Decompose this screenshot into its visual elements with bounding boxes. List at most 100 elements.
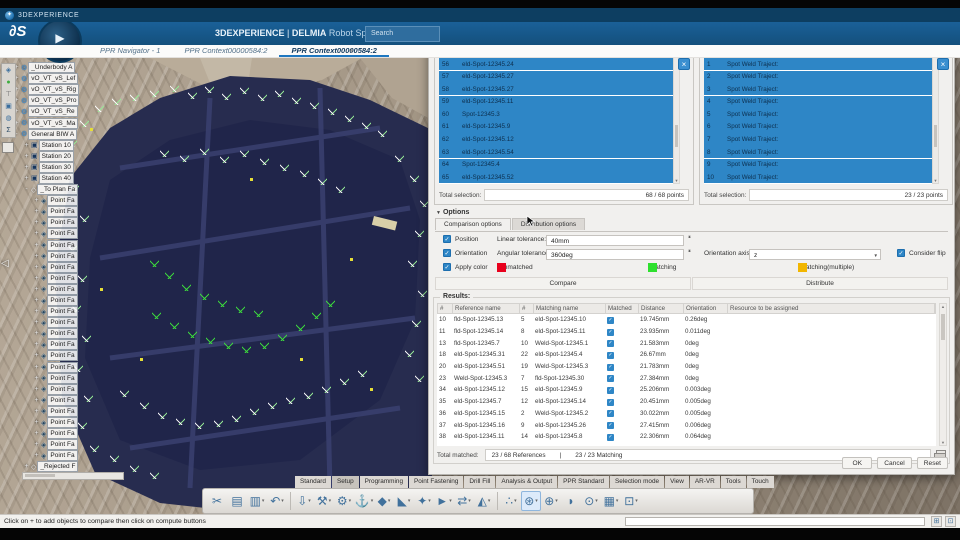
scroll-down-icon[interactable]: ▼: [933, 178, 938, 183]
tree-item-label[interactable]: Station 40: [39, 173, 74, 184]
tree-item-label[interactable]: Station 10: [39, 140, 74, 151]
expander-icon[interactable]: +: [33, 397, 40, 404]
copy-tool[interactable]: ▤: [227, 491, 247, 511]
result-row[interactable]: 20 eld-Spot-12345.51 19 Weld-Spot-12345.…: [437, 361, 936, 373]
tree-item[interactable]: + ▣ Station 40: [13, 173, 79, 184]
tree-horizontal-scrollbar[interactable]: [22, 472, 124, 480]
result-row[interactable]: 10 fld-Spot-12345.13 5 eld-Spot-12345.10…: [437, 314, 936, 326]
eld-Spot-12345.54[interactable]: 63 eld-Spot-12345.54: [439, 146, 673, 158]
expander-icon[interactable]: +: [33, 319, 40, 326]
matched-checkbox[interactable]: ✓: [607, 317, 614, 324]
robot-teach-tool[interactable]: ◣▾: [394, 491, 414, 511]
result-row[interactable]: 38 eld-Spot-12345.11 14 eld-Spot-12345.8…: [437, 431, 936, 443]
tree-item-label[interactable]: Point Fa: [47, 339, 77, 350]
tree-item-label[interactable]: Point Fa: [47, 217, 77, 228]
Spot Weld Traject:[interactable]: 4 Spot Weld Traject:: [704, 96, 932, 108]
expander-icon[interactable]: +: [23, 153, 30, 160]
eld-Spot-12345.12[interactable]: 62 eld-Spot-12345.12: [439, 133, 673, 145]
tool-dropdown-icon[interactable]: ▾: [488, 498, 491, 504]
eld-Spot-12345.27[interactable]: 58 eld-Spot-12345.27: [439, 83, 673, 95]
expander-icon[interactable]: +: [33, 419, 40, 426]
tree-item[interactable]: + ◈ Point Fa: [13, 350, 79, 361]
compare-button[interactable]: Compare: [435, 277, 691, 290]
tree-item-label[interactable]: Point Fa: [47, 251, 77, 262]
ribbon-tab[interactable]: Selection mode: [610, 476, 664, 488]
note-tool[interactable]: [2, 142, 14, 153]
tree-item-label[interactable]: Point Fa: [47, 428, 77, 439]
expander-icon[interactable]: +: [33, 275, 40, 282]
expander-icon[interactable]: +: [33, 297, 40, 304]
result-row[interactable]: 37 eld-Spot-12345.16 9 eld-Spot-12345.26…: [437, 419, 936, 431]
tool-dropdown-icon[interactable]: ▾: [262, 498, 265, 504]
tree-item[interactable]: + ◈ Point Fa: [13, 328, 79, 339]
Spot Weld Traject:[interactable]: 3 Spot Weld Traject:: [704, 83, 932, 95]
apply-color-checkbox[interactable]: ✓: [443, 263, 451, 271]
panel-collapse-arrow-icon[interactable]: ◁: [1, 258, 9, 269]
options-header[interactable]: ▼Options: [436, 209, 469, 216]
eld-Spot-12345.24[interactable]: 56 eld-Spot-12345.24: [439, 58, 673, 70]
tool-dropdown-icon[interactable]: ▾: [388, 498, 391, 504]
tree-item-label[interactable]: Point Fa: [47, 417, 77, 428]
tool-dropdown-icon[interactable]: ▾: [428, 498, 431, 504]
3ds-logo[interactable]: ∂S: [9, 23, 26, 40]
tree-item-label[interactable]: Point Fa: [47, 240, 77, 251]
expander-icon[interactable]: +: [33, 341, 40, 348]
matched-checkbox[interactable]: ✓: [607, 387, 614, 394]
robot-pilot-tool[interactable]: ►▾: [434, 491, 454, 511]
matched-checkbox[interactable]: ✓: [607, 399, 614, 406]
tree-item[interactable]: + ◈ Point Fa: [13, 395, 79, 406]
tree-item-label[interactable]: Point Fa: [47, 195, 77, 206]
import-tool[interactable]: ⇩▾: [294, 491, 314, 511]
tree-item-label[interactable]: Point Fa: [47, 439, 77, 450]
expander-icon[interactable]: +: [33, 441, 40, 448]
anchor-tool[interactable]: ⚓▾: [354, 491, 374, 511]
col-orientation[interactable]: Orientation: [684, 304, 728, 313]
display-cone-tool[interactable]: ◭▾: [474, 491, 494, 511]
expander-icon[interactable]: +: [23, 175, 30, 182]
matched-checkbox[interactable]: ✓: [607, 410, 614, 417]
expander-icon[interactable]: -: [23, 186, 30, 193]
expander-icon[interactable]: +: [33, 242, 40, 249]
angular-tolerance-stepper[interactable]: ▲▼: [685, 249, 694, 260]
expander-icon[interactable]: +: [33, 330, 40, 337]
tool-dropdown-icon[interactable]: ▾: [329, 498, 332, 504]
tree-item[interactable]: + ◈ Point Fa: [13, 362, 79, 373]
orientation-checkbox[interactable]: ✓: [443, 249, 451, 257]
eld-Spot-12345.11[interactable]: 59 eld-Spot-12345.11: [439, 96, 673, 108]
result-row[interactable]: 35 eld-Spot-12345.7 12 eld-Spot-12345.14…: [437, 396, 936, 408]
tree-item-label[interactable]: Point Fa: [47, 306, 77, 317]
matched-checkbox[interactable]: ✓: [607, 375, 614, 382]
orientation-axis-select[interactable]: z ▼: [749, 249, 881, 260]
tree-item-label[interactable]: Point Fa: [47, 350, 77, 361]
tool-dropdown-icon[interactable]: ▾: [371, 498, 374, 504]
ribbon-tab[interactable]: AR-VR: [690, 476, 720, 488]
reference-scrollbar[interactable]: ▼: [673, 54, 680, 184]
col-match-num[interactable]: #: [520, 304, 534, 313]
tree-item[interactable]: + ◈ Point Fa: [13, 217, 79, 228]
robot-calibration-tool[interactable]: ⊙▾: [581, 491, 601, 511]
tree-item-label[interactable]: vO_VT_vS_Pro: [28, 95, 79, 106]
tool-dropdown-icon[interactable]: ▾: [595, 498, 598, 504]
tool-dropdown-icon[interactable]: ▾: [635, 498, 638, 504]
tree-item[interactable]: + ◈ Point Fa: [13, 384, 79, 395]
tool-dropdown-icon[interactable]: ▾: [349, 498, 352, 504]
ribbon-tab[interactable]: Tools: [721, 476, 746, 488]
resource-creation-tool[interactable]: ⚒▾: [314, 491, 334, 511]
ribbon-tab[interactable]: Analysis & Output: [496, 476, 557, 488]
expander-icon[interactable]: +: [23, 463, 30, 470]
expander-icon[interactable]: +: [33, 208, 40, 215]
tool-dropdown-icon[interactable]: ▾: [616, 498, 619, 504]
tree-item-label[interactable]: Station 20: [39, 151, 74, 162]
expand-console-icon[interactable]: ⊡: [945, 516, 956, 527]
tree-item-label[interactable]: Point Fa: [47, 206, 77, 217]
expander-icon[interactable]: +: [33, 364, 40, 371]
options-tab[interactable]: Comparison options: [435, 218, 511, 230]
matched-checkbox[interactable]: ✓: [607, 434, 614, 441]
tree-item[interactable]: + ◈ Point Fa: [13, 439, 79, 450]
ok-button[interactable]: OK: [842, 457, 872, 469]
dropdown-icon[interactable]: ▼: [874, 250, 878, 261]
eld-Spot-12345.9[interactable]: 61 eld-Spot-12345.9: [439, 121, 673, 133]
tree-item-label[interactable]: Point Fa: [47, 450, 77, 461]
tool-dropdown-icon[interactable]: ▾: [555, 498, 558, 504]
tree-item[interactable]: + ▣ Station 20: [13, 151, 79, 162]
